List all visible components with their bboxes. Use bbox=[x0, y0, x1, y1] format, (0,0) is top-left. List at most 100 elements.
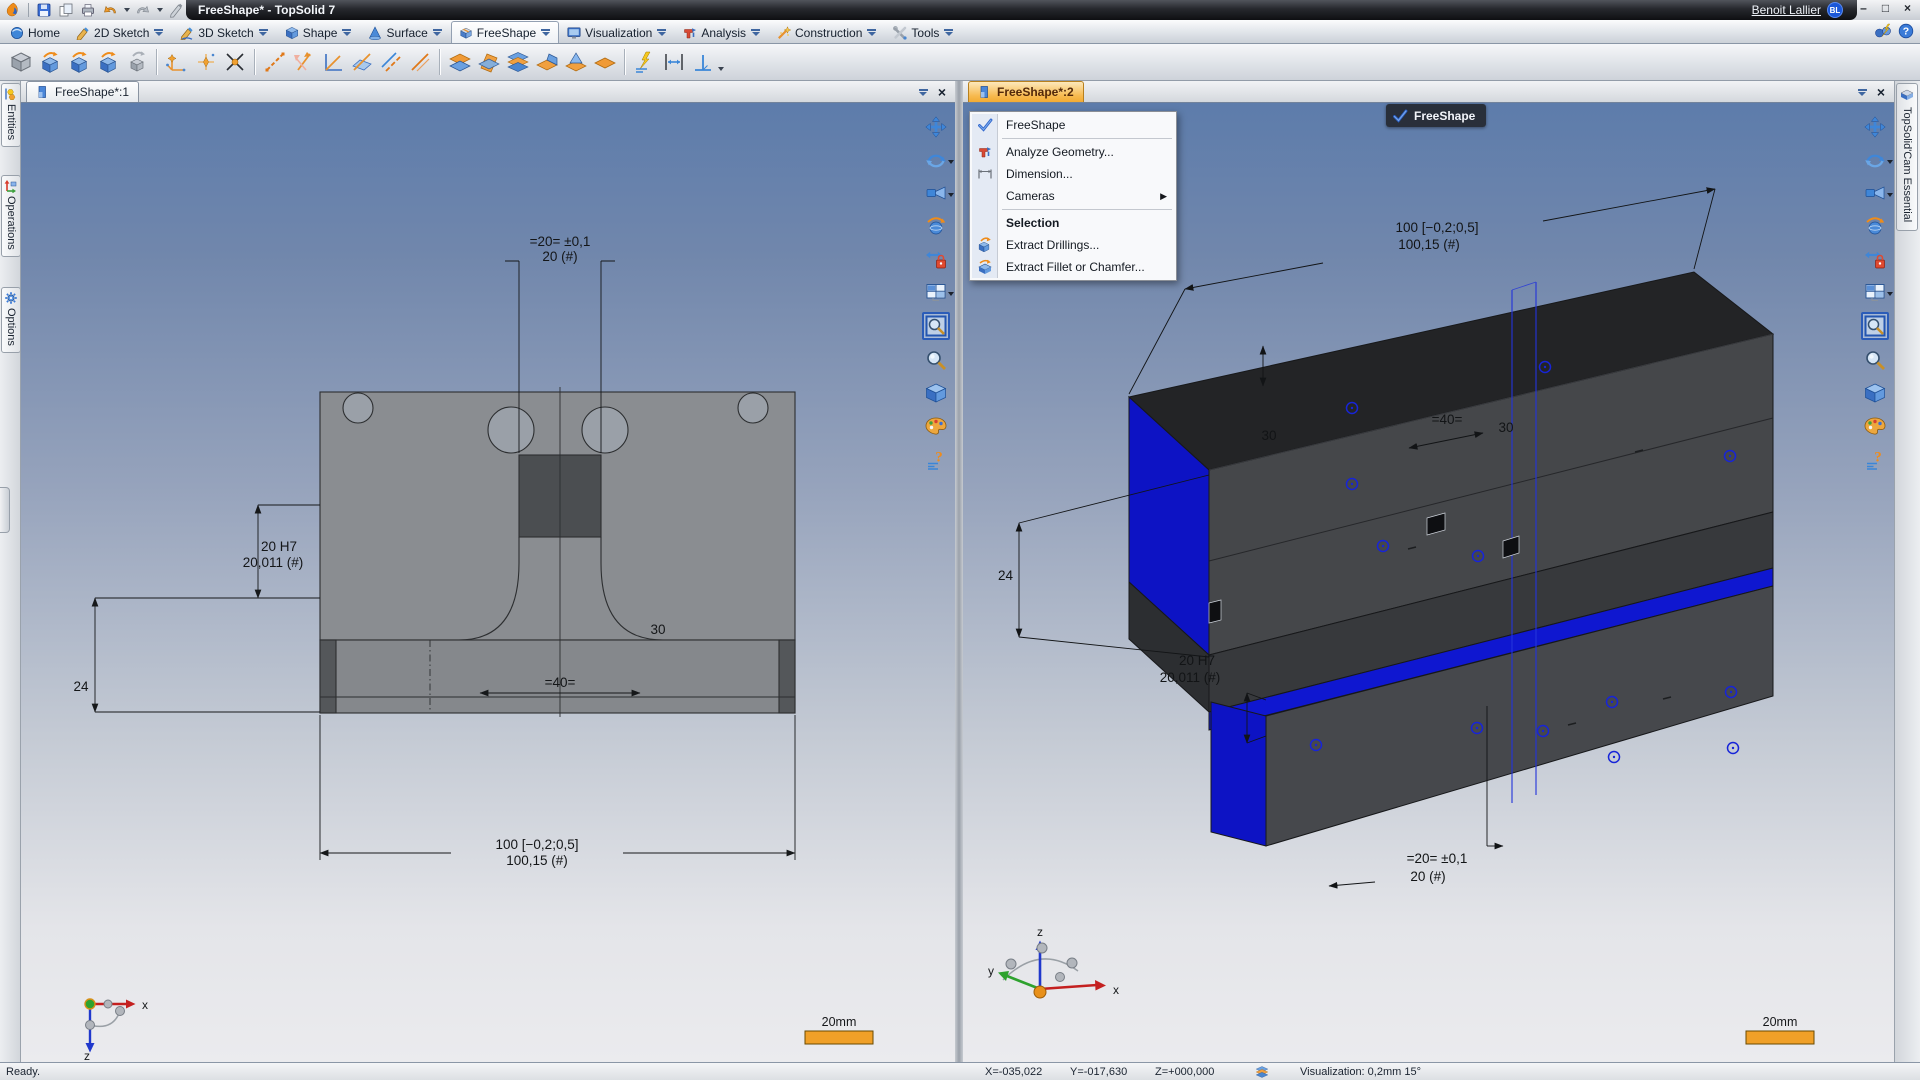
redo-button[interactable] bbox=[134, 1, 152, 19]
close-document-icon[interactable]: × bbox=[938, 85, 946, 99]
palette-icon[interactable] bbox=[923, 413, 949, 439]
measure-pen-button[interactable] bbox=[167, 1, 185, 19]
restore-button[interactable]: □ bbox=[1878, 2, 1893, 16]
tool-loft-shape-icon[interactable] bbox=[93, 48, 122, 77]
zoom-window-icon[interactable] bbox=[922, 312, 950, 340]
close-button[interactable]: × bbox=[1900, 2, 1915, 16]
tab-visualization[interactable]: Visualization bbox=[559, 21, 675, 43]
tool-parallel-line-icon[interactable] bbox=[376, 48, 405, 77]
toolbar-dropdown-icon[interactable] bbox=[718, 67, 724, 71]
tool-distance-measure-icon[interactable] bbox=[659, 48, 688, 77]
tool-plane-line-icon[interactable] bbox=[347, 48, 376, 77]
axis-trihedron-3d[interactable]: z x y bbox=[988, 925, 1119, 999]
dim-20h7-actual[interactable]: 20,011 (#) bbox=[243, 555, 304, 570]
viewport-splitter[interactable] bbox=[955, 81, 963, 1062]
viewport-canvas-2d[interactable]: =20= ±0,1 20 (#) 20 H7 20,011 (#) 24 30 … bbox=[21, 103, 955, 1062]
menu-item-cameras[interactable]: Cameras ▶ bbox=[972, 185, 1174, 207]
tool-shape-arrow-icon[interactable] bbox=[122, 48, 151, 77]
tab-menu-icon[interactable] bbox=[258, 28, 269, 37]
tool-point-icon[interactable] bbox=[191, 48, 220, 77]
document-tab-freeshape-2[interactable]: FreeShape*:2 bbox=[968, 81, 1084, 102]
tool-plane-flat-icon[interactable] bbox=[590, 48, 619, 77]
tool-extrude-shape-icon[interactable] bbox=[35, 48, 64, 77]
document-tab-freeshape-1[interactable]: FreeShape*:1 bbox=[26, 81, 140, 102]
dim-100-tol[interactable]: 100 [−0,2;0,5] bbox=[496, 837, 579, 852]
dim-20-actual[interactable]: 20 (#) bbox=[542, 249, 577, 264]
tab-menu-icon[interactable] bbox=[656, 28, 667, 37]
zoom-window-icon[interactable] bbox=[1861, 312, 1889, 340]
save-button[interactable] bbox=[35, 1, 53, 19]
dim-24[interactable]: 24 bbox=[998, 568, 1014, 583]
dim-40[interactable]: =40= bbox=[1432, 412, 1463, 427]
menu-item-extract-fillet[interactable]: Extract Fillet or Chamfer... bbox=[972, 256, 1174, 278]
tool-plane-fold-icon[interactable] bbox=[532, 48, 561, 77]
user-link[interactable]: Benoit Lallier bbox=[1752, 3, 1821, 17]
dim-30[interactable]: 30 bbox=[650, 622, 665, 637]
tab-freeshape[interactable]: FreeShape bbox=[450, 21, 560, 43]
minimize-button[interactable]: – bbox=[1856, 2, 1871, 16]
dim-40[interactable]: =40= bbox=[545, 675, 576, 690]
translate-lock-icon[interactable] bbox=[923, 246, 949, 272]
menu-item-extract-drillings[interactable]: Extract Drillings... bbox=[972, 234, 1174, 256]
axis-trihedron-2d[interactable]: x z bbox=[84, 998, 148, 1062]
viewport-layout-icon[interactable] bbox=[923, 279, 954, 305]
dim-100-actual[interactable]: 100,15 (#) bbox=[506, 853, 568, 868]
dim-20-actual[interactable]: 20 (#) bbox=[1410, 869, 1445, 884]
tool-axis-frame-icon[interactable] bbox=[162, 48, 191, 77]
help-icon[interactable] bbox=[1898, 23, 1914, 39]
tool-segment-line-icon[interactable] bbox=[405, 48, 434, 77]
tab-shape[interactable]: Shape bbox=[277, 21, 361, 43]
rotate-view-icon[interactable] bbox=[923, 213, 949, 239]
tab-list-dropdown-icon[interactable] bbox=[918, 88, 929, 97]
render-style-icon[interactable] bbox=[1862, 380, 1888, 406]
dim-100-tol[interactable]: 100 [−0,2;0,5] bbox=[1396, 220, 1479, 235]
tool-plane-corner-icon[interactable] bbox=[561, 48, 590, 77]
sidebar-tab-operations[interactable]: Operations bbox=[1, 175, 21, 257]
tool-axis-lines-icon[interactable] bbox=[289, 48, 318, 77]
menu-item-freeshape[interactable]: FreeShape bbox=[972, 114, 1174, 136]
menu-item-dimension[interactable]: Dimension... bbox=[972, 163, 1174, 185]
tool-intersection-icon[interactable] bbox=[220, 48, 249, 77]
dim-30-right[interactable]: 30 bbox=[1498, 420, 1513, 435]
part-front-view[interactable] bbox=[319, 387, 796, 717]
tab-menu-icon[interactable] bbox=[750, 28, 761, 37]
dim-30-left[interactable]: 30 bbox=[1261, 428, 1276, 443]
search-binoculars-icon[interactable] bbox=[1874, 23, 1892, 39]
help-lines-icon[interactable] bbox=[1862, 446, 1888, 472]
tool-plane-tilted-icon[interactable] bbox=[474, 48, 503, 77]
help-lines-icon[interactable] bbox=[923, 446, 949, 472]
tool-plane-stack-icon[interactable] bbox=[503, 48, 532, 77]
undo-dropdown-icon[interactable] bbox=[124, 8, 130, 12]
tool-plane-pair-icon[interactable] bbox=[445, 48, 474, 77]
tab-2d-sketch[interactable]: 2D Sketch bbox=[68, 21, 172, 43]
tool-revolve-shape-icon[interactable] bbox=[64, 48, 93, 77]
topsolid-logo-icon[interactable] bbox=[4, 1, 22, 19]
sidebar-tab-options[interactable]: Options bbox=[1, 287, 21, 353]
sidebar-tab-entities[interactable]: Entities bbox=[1, 83, 21, 148]
undo-button[interactable] bbox=[101, 1, 119, 19]
tab-menu-icon[interactable] bbox=[540, 28, 551, 37]
copy-button[interactable] bbox=[57, 1, 75, 19]
avatar[interactable]: BL bbox=[1827, 2, 1843, 18]
tab-analysis[interactable]: Analysis bbox=[675, 21, 769, 43]
orbit-icon[interactable] bbox=[923, 147, 954, 173]
camera-view-icon[interactable] bbox=[923, 180, 954, 206]
rotate-view-icon[interactable] bbox=[1862, 213, 1888, 239]
panel-collapse-grip[interactable] bbox=[0, 487, 10, 533]
camera-view-icon[interactable] bbox=[1862, 180, 1893, 206]
tab-home[interactable]: Home bbox=[2, 21, 68, 43]
menu-item-analyze-geometry[interactable]: Analyze Geometry... bbox=[972, 141, 1174, 163]
redo-dropdown-icon[interactable] bbox=[157, 8, 163, 12]
orbit-icon[interactable] bbox=[1862, 147, 1893, 173]
zoom-icon[interactable] bbox=[923, 347, 949, 373]
dim-20h7-actual[interactable]: 20,011 (#) bbox=[1160, 670, 1221, 685]
tab-menu-icon[interactable] bbox=[341, 28, 352, 37]
close-document-icon[interactable]: × bbox=[1877, 85, 1885, 99]
tab-menu-icon[interactable] bbox=[866, 28, 877, 37]
visualization-status[interactable]: Visualization: 0,2mm 15° bbox=[1300, 1066, 1421, 1078]
tab-menu-icon[interactable] bbox=[943, 28, 954, 37]
viewport-layout-icon[interactable] bbox=[1862, 279, 1893, 305]
tool-ground-measure-icon[interactable] bbox=[630, 48, 659, 77]
pan-icon[interactable] bbox=[1862, 114, 1888, 140]
dim-20-tol[interactable]: =20= ±0,1 bbox=[530, 234, 591, 249]
